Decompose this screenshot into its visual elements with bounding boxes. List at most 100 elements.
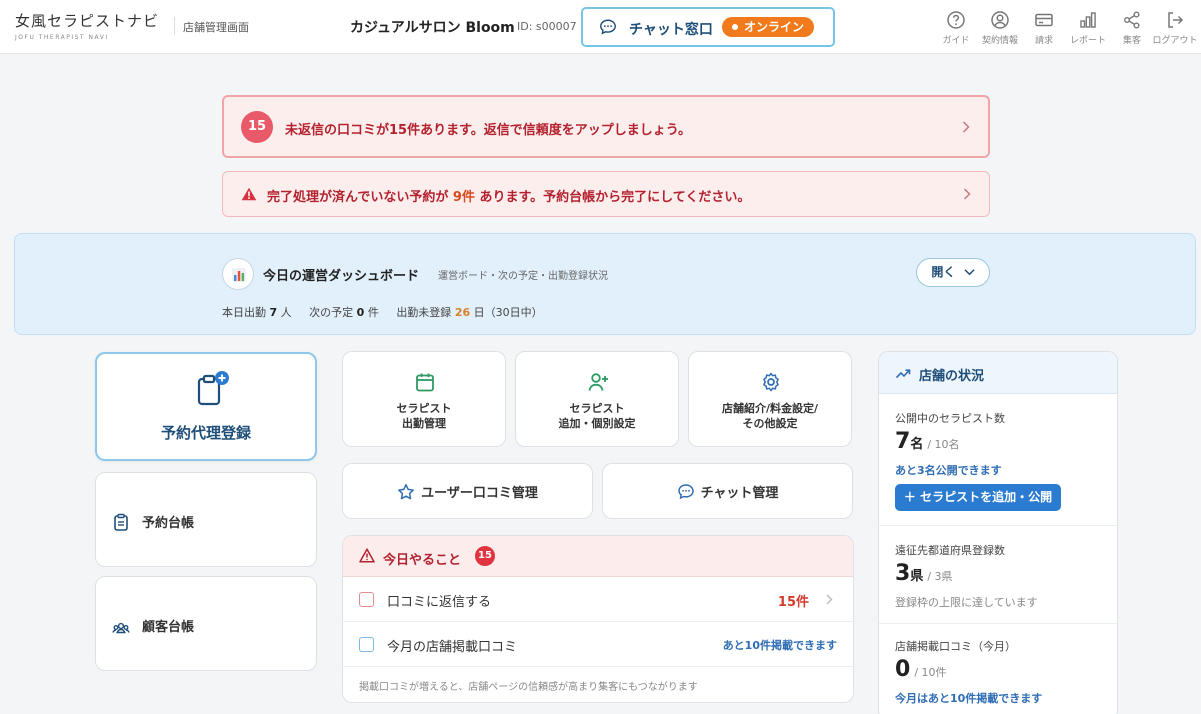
- chat-management-label: チャット管理: [700, 486, 779, 501]
- booking-ledger-label: 予約台帳: [142, 516, 195, 531]
- therapist-attendance-label: セラピスト 出勤管理: [396, 402, 452, 430]
- chat-management-button[interactable]: チャット管理: [602, 463, 853, 519]
- chevron-down-icon: [963, 269, 975, 276]
- todo-row-count: 15件: [777, 595, 809, 610]
- status-section-title: 公開中のセラピスト数: [895, 412, 1005, 425]
- users-group-icon: [112, 622, 130, 634]
- incomplete-reservations-text: 完了処理が済んでいない予約が 9件 あります。予約台帳から完了にしてください。: [267, 186, 750, 205]
- chat-bubble-icon: [677, 484, 694, 500]
- nav-billing[interactable]: 請求: [1019, 10, 1069, 46]
- todo-row-note: あと10件掲載できます: [722, 639, 837, 652]
- unreplied-reviews-text: 未返信の口コミが15件あります。返信で信頼度をアップしましょう。: [285, 123, 692, 138]
- dashboard-subtitle: 運営ボード・次の予定・出勤登録状況: [438, 271, 608, 282]
- proxy-booking-label: 予約代理登録: [160, 424, 251, 442]
- customer-ledger-button[interactable]: 顧客台帳: [95, 576, 317, 671]
- stat-today-attendance: 本日出勤 7 人: [222, 306, 292, 319]
- shop-status-panel: 店舗の状況 公開中のセラピスト数 7名/ 10名 あと3名公開できます ＋ セラ…: [878, 351, 1118, 714]
- dashboard-open-label: 開く: [931, 265, 956, 279]
- therapist-add-tile[interactable]: セラピスト 追加・個別設定: [515, 351, 679, 447]
- shop-name: カジュアルサロン Bloom: [350, 20, 515, 36]
- dashboard-icon-wrap: [222, 258, 254, 290]
- stat2-unit: 件: [367, 306, 379, 319]
- status-value-number: 0: [895, 657, 911, 682]
- chat-bubble-icon: [600, 19, 616, 35]
- chat-management-inner: チャット管理: [603, 482, 852, 501]
- todo-row-reply-reviews[interactable]: 口コミに返信する 15件: [343, 577, 853, 622]
- todo-checkbox[interactable]: [359, 592, 374, 607]
- warning-outline-icon: [359, 548, 375, 563]
- nav-contract[interactable]: 契約情報: [975, 10, 1025, 46]
- stat3-unit: 日（30日中）: [473, 306, 543, 319]
- reviews-management-label: ユーザー口コミ管理: [421, 486, 538, 501]
- shop-settings-label: 店舗紹介/料金設定/ その他設定: [721, 402, 819, 430]
- chevron-right-icon: [963, 188, 971, 200]
- todo-row-label: 口コミに返信する: [387, 595, 492, 610]
- todo-title: 今日やること: [383, 553, 462, 568]
- todo-count-badge: 15: [475, 546, 495, 566]
- stat3-label: 出勤未登録: [396, 306, 452, 319]
- nav-report-label: レポート: [1069, 36, 1106, 46]
- todo-footer-note: 掲載口コミが増えると、店舗ページの信頼感が高まり集客にもつながります: [359, 682, 698, 693]
- reviews-management-button[interactable]: ユーザー口コミ管理: [342, 463, 593, 519]
- nav-billing-label: 請求: [1034, 36, 1053, 46]
- daily-dashboard-panel: 今日の運営ダッシュボード 運営ボード・次の予定・出勤登録状況 開く 本日出勤 7…: [14, 233, 1196, 335]
- site-logo[interactable]: 女風セラピストナビ JOFU THERAPIST NAVI: [15, 10, 159, 41]
- status-value-unit: 県: [910, 569, 924, 584]
- dashboard-stats: 本日出勤 7 人 次の予定 0 件 出勤未登録 26 日（30日中）: [222, 304, 557, 320]
- online-status-badge: オンライン: [722, 17, 815, 37]
- dashboard-open-button[interactable]: 開く: [916, 258, 990, 287]
- status-section-reviews: 店舗掲載口コミ（今月） 0/ 10件 今月はあと10件掲載できます: [879, 624, 1117, 714]
- todo-checkbox[interactable]: [359, 637, 374, 652]
- status-section-prefectures: 遠征先都道府県登録数 3県/ 3県 登録枠の上限に達しています: [879, 526, 1117, 624]
- nav-logout[interactable]: ログアウト: [1150, 10, 1200, 46]
- warning-icon: [241, 187, 257, 201]
- header-divider: [174, 17, 175, 35]
- chevron-right-icon: [962, 120, 970, 133]
- status-section-title: 店舗掲載口コミ（今月）: [895, 640, 1016, 653]
- stat1-label: 本日出勤: [222, 306, 266, 319]
- customer-ledger-label: 顧客台帳: [142, 620, 195, 635]
- status-value-total: / 10件: [914, 666, 947, 679]
- reviews-management-inner: ユーザー口コミ管理: [343, 482, 592, 501]
- nav-guide[interactable]: ガイド: [931, 10, 981, 46]
- status-value-number: 3: [895, 561, 911, 586]
- dashboard-title: 今日の運営ダッシュボード: [263, 269, 420, 284]
- status-value-number: 7: [895, 429, 911, 454]
- stat-unregistered-days: 出勤未登録 26 日（30日中）: [396, 306, 542, 319]
- incomplete-reservations-alert[interactable]: 完了処理が済んでいない予約が 9件 あります。予約台帳から完了にしてください。: [222, 171, 990, 217]
- trending-up-icon: [895, 369, 911, 379]
- status-value-total: / 10名: [927, 438, 960, 451]
- nav-report[interactable]: レポート: [1063, 10, 1113, 46]
- add-therapist-button[interactable]: ＋ セラピストを追加・公開: [895, 484, 1061, 511]
- stat2-label: 次の予定: [309, 306, 354, 319]
- stat2-value: 0: [356, 306, 365, 319]
- status-title: 店舗の状況: [919, 369, 985, 384]
- therapist-add-label: セラピスト 追加・個別設定: [558, 402, 636, 430]
- user-plus-icon: [588, 373, 608, 391]
- status-section-note: 登録枠の上限に達しています: [895, 596, 1038, 609]
- stat1-value: 7: [269, 306, 278, 319]
- share-icon: [1124, 11, 1140, 29]
- chat-window-button[interactable]: チャット窓口 オンライン: [581, 7, 835, 47]
- top-header: 女風セラピストナビ JOFU THERAPIST NAVI 店舗管理画面 カジュ…: [0, 0, 1201, 54]
- chat-window-label: チャット窓口: [629, 22, 713, 38]
- todo-header: 今日やること 15: [343, 536, 853, 577]
- booking-ledger-button[interactable]: 予約台帳: [95, 472, 317, 567]
- clipboard-list-icon: [114, 513, 128, 531]
- logout-icon: [1168, 12, 1184, 28]
- stat3-value: 26: [454, 306, 471, 319]
- status-section-title: 遠征先都道府県登録数: [895, 544, 1005, 557]
- nav-guide-label: ガイド: [942, 36, 970, 46]
- reservation-alert-suffix: あります。予約台帳から完了にしてください。: [479, 190, 751, 205]
- status-section-therapists: 公開中のセラピスト数 7名/ 10名 あと3名公開できます ＋ セラピストを追加…: [879, 394, 1117, 526]
- status-value-unit: 名: [910, 437, 924, 452]
- reservation-alert-count: 9件: [452, 190, 475, 205]
- status-section-value: 0/ 10件: [895, 657, 947, 682]
- admin-label: 店舗管理画面: [183, 21, 249, 34]
- shop-settings-tile[interactable]: 店舗紹介/料金設定/ その他設定: [688, 351, 852, 447]
- dashboard-chart-icon: [232, 268, 246, 282]
- unreplied-reviews-alert[interactable]: 15 未返信の口コミが15件あります。返信で信頼度をアップしましょう。: [222, 95, 990, 158]
- therapist-attendance-tile[interactable]: セラピスト 出勤管理: [342, 351, 506, 447]
- todo-row-monthly-reviews[interactable]: 今月の店舗掲載口コミ あと10件掲載できます: [343, 622, 853, 667]
- proxy-booking-button[interactable]: 予約代理登録: [95, 352, 317, 461]
